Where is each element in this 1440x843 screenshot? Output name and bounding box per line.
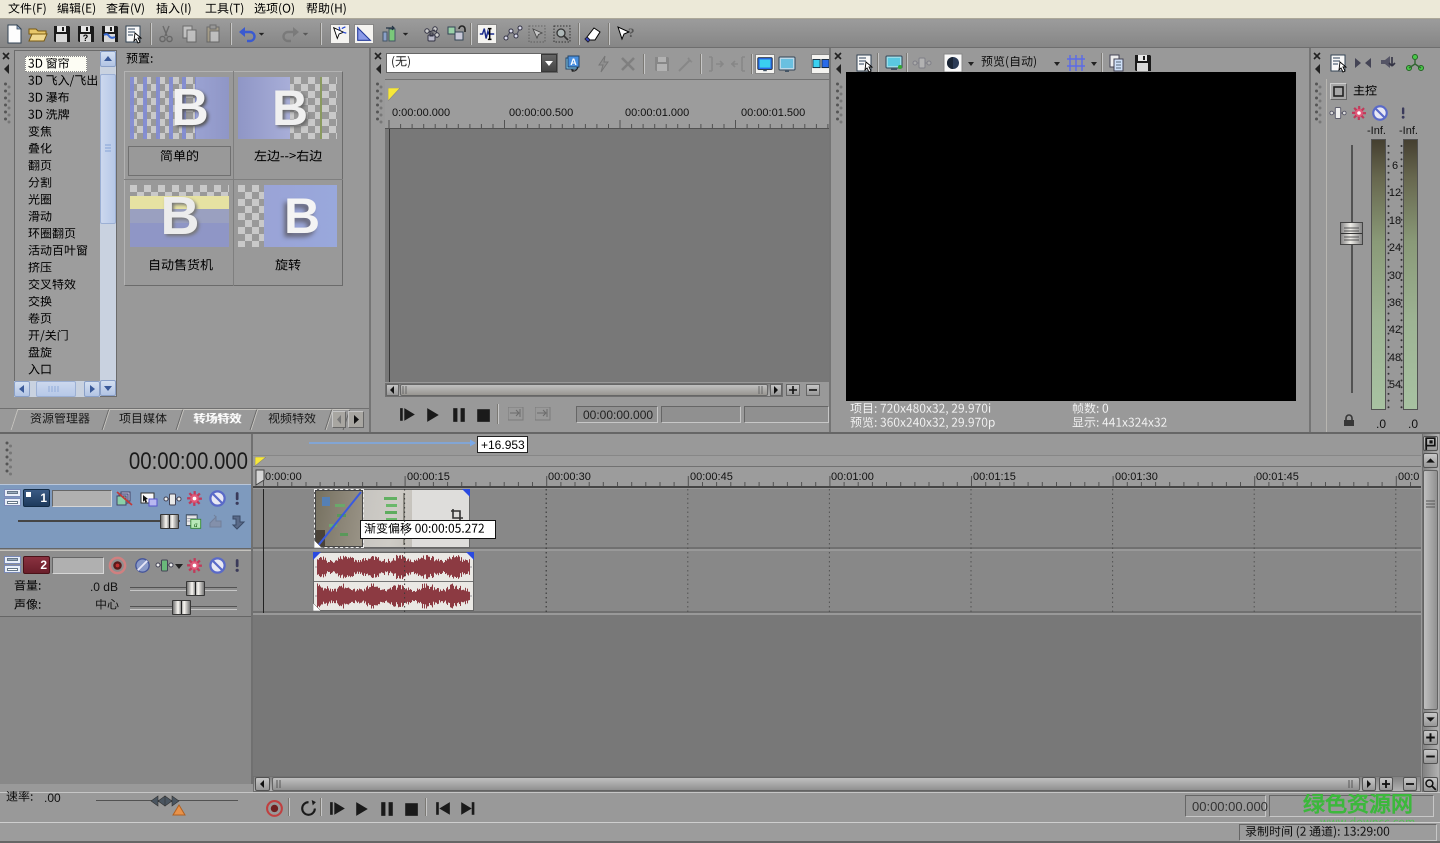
svg-text:?: ?	[628, 25, 635, 40]
svg-text:?: ?	[83, 33, 89, 43]
svg-text:a: a	[194, 521, 198, 529]
svg-text:A: A	[570, 57, 577, 67]
